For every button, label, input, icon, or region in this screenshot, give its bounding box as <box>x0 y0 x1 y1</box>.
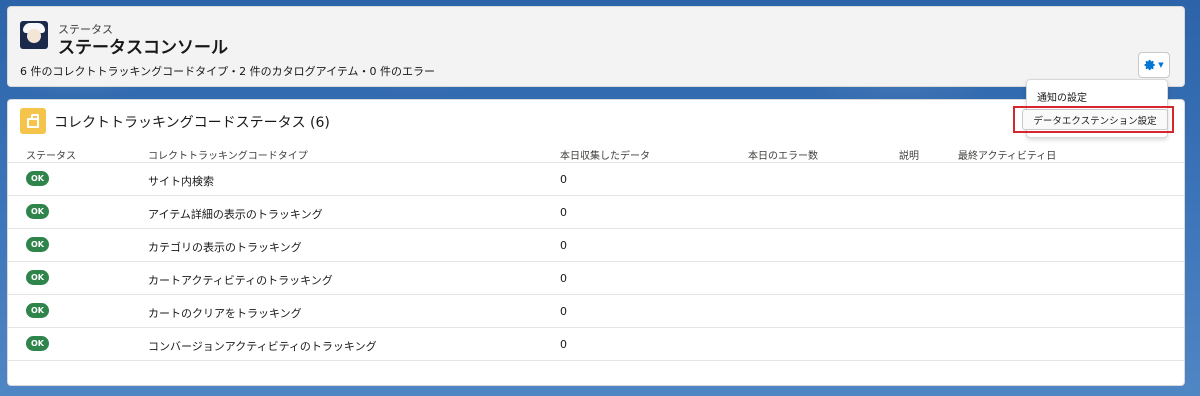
data-count: 0 <box>560 173 567 186</box>
settings-menu-button[interactable]: ▼ <box>1138 52 1170 78</box>
column-header-last-activity[interactable]: 最終アクティビティ日 <box>958 147 1056 162</box>
table-row: OK カテゴリの表示のトラッキング 0 <box>8 229 1184 262</box>
status-badge: OK <box>26 171 49 186</box>
app-logo-icon <box>20 21 48 49</box>
section-title: コレクトトラッキングコードステータス (6) <box>54 115 330 131</box>
column-header-type[interactable]: コレクトトラッキングコードタイプ <box>148 147 308 162</box>
tracking-status-card: コレクトトラッキングコードステータス (6) ステータス コレクトトラッキングコ… <box>7 99 1185 386</box>
column-header-data[interactable]: 本日収集したデータ <box>560 147 650 162</box>
status-summary: 6 件のコレクトトラッキングコードタイプ・2 件のカタログアイテム・0 件のエラ… <box>20 65 436 78</box>
tracking-type: カートアクティビティのトラッキング <box>148 274 333 287</box>
chevron-down-icon: ▼ <box>1158 61 1164 69</box>
tracking-type: コンバージョンアクティビティのトラッキング <box>148 340 377 353</box>
menu-item-data-extension-settings[interactable]: データエクステンション設定 <box>1022 109 1168 130</box>
menu-item-notification-settings[interactable]: 通知の設定 <box>1037 89 1087 104</box>
tracking-type: カートのクリアをトラッキング <box>148 307 302 320</box>
table-row: OK アイテム詳細の表示のトラッキング 0 <box>8 196 1184 229</box>
table-row: OK コンバージョンアクティビティのトラッキング 0 <box>8 328 1184 361</box>
status-badge: OK <box>26 204 49 219</box>
status-badge: OK <box>26 237 49 252</box>
table-row: OK サイト内検索 0 <box>8 163 1184 196</box>
tracking-type: アイテム詳細の表示のトラッキング <box>148 208 323 221</box>
data-count: 0 <box>560 305 567 318</box>
page-title: ステータスコンソール <box>58 38 228 58</box>
status-badge: OK <box>26 336 49 351</box>
data-count: 0 <box>560 272 567 285</box>
box-icon <box>20 108 46 134</box>
status-badge: OK <box>26 303 49 318</box>
data-count: 0 <box>560 338 567 351</box>
column-header-description[interactable]: 説明 <box>899 147 919 162</box>
gear-icon <box>1144 59 1156 71</box>
column-header-errors[interactable]: 本日のエラー数 <box>748 147 818 162</box>
tracking-type: サイト内検索 <box>148 175 214 188</box>
table-row: OK カートアクティビティのトラッキング 0 <box>8 262 1184 295</box>
data-count: 0 <box>560 239 567 252</box>
page-header: ステータス ステータスコンソール 6 件のコレクトトラッキングコードタイプ・2 … <box>7 6 1185 87</box>
table-row: OK カートのクリアをトラッキング 0 <box>8 295 1184 328</box>
column-header-status[interactable]: ステータス <box>26 147 76 162</box>
tracking-type: カテゴリの表示のトラッキング <box>148 241 302 254</box>
status-table: ステータス コレクトトラッキングコードタイプ 本日収集したデータ 本日のエラー数… <box>8 144 1184 361</box>
status-badge: OK <box>26 270 49 285</box>
data-count: 0 <box>560 206 567 219</box>
table-header: ステータス コレクトトラッキングコードタイプ 本日収集したデータ 本日のエラー数… <box>8 144 1184 163</box>
